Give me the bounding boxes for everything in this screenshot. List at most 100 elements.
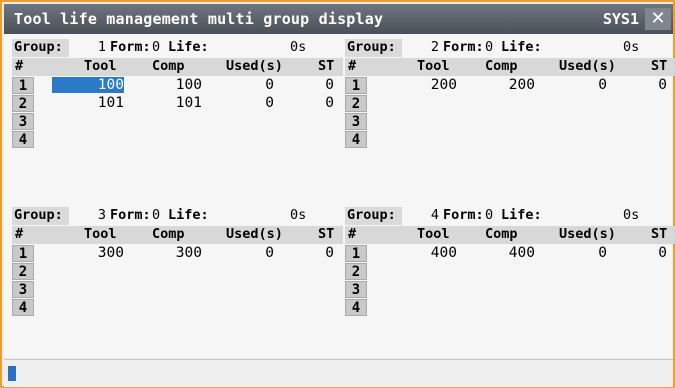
table-header: # Tool Comp Used(s) ST: [345, 58, 675, 76]
tool-rows: 1 400 400 0 0 2 3 4: [345, 245, 675, 317]
col-st: ST: [318, 58, 335, 74]
close-icon[interactable]: ✕: [645, 8, 671, 30]
row-index: 4: [12, 131, 34, 148]
comp-cell[interactable]: 100: [152, 77, 202, 93]
col-tool: Tool: [84, 226, 117, 242]
group-label: Group:: [345, 39, 402, 57]
st-cell[interactable]: 0: [312, 95, 334, 111]
comp-cell[interactable]: 200: [485, 77, 535, 93]
life-label: Life:: [501, 207, 542, 223]
col-tool: Tool: [84, 58, 117, 74]
system-label: SYS1: [602, 10, 639, 28]
table-row[interactable]: 3: [12, 113, 343, 131]
table-header: # Tool Comp Used(s) ST: [345, 226, 675, 244]
row-index: 1: [12, 77, 34, 94]
table-row[interactable]: 1 100 100 0 0: [12, 77, 343, 95]
col-used: Used(s): [226, 58, 283, 74]
comp-cell[interactable]: 400: [485, 245, 535, 261]
col-used: Used(s): [559, 58, 616, 74]
tool-rows: 1 100 100 0 0 2 101 101 0 0 3 4: [12, 77, 343, 149]
row-index: 3: [345, 281, 367, 298]
group-header: Group: 4 Form: 0 Life: 0s: [345, 207, 675, 225]
used-cell[interactable]: 0: [577, 77, 607, 93]
row-index: 2: [12, 263, 34, 280]
col-num: #: [15, 58, 24, 74]
tool-cell-selected[interactable]: 100: [52, 77, 124, 93]
row-index: 3: [12, 281, 34, 298]
life-label: Life:: [168, 207, 209, 223]
col-used: Used(s): [559, 226, 616, 242]
input-line[interactable]: [4, 359, 673, 387]
group-panel-1: Group: 1 Form: 0 Life: 0s # Tool Comp Us…: [12, 39, 343, 189]
table-row[interactable]: 2: [345, 95, 675, 113]
title-bar: Tool life management multi group display…: [4, 4, 673, 34]
group-label: Group:: [12, 39, 69, 57]
col-comp: Comp: [485, 226, 518, 242]
table-row[interactable]: 1 400 400 0 0: [345, 245, 675, 263]
comp-cell[interactable]: 300: [152, 245, 202, 261]
row-index: 4: [12, 299, 34, 316]
table-header: # Tool Comp Used(s) ST: [12, 58, 343, 76]
group-panel-2: Group: 2 Form: 0 Life: 0s # Tool Comp Us…: [345, 39, 675, 189]
col-num: #: [15, 226, 24, 242]
form-value: 0: [485, 39, 494, 55]
tool-rows: 1 300 300 0 0 2 3 4: [12, 245, 343, 317]
table-row[interactable]: 1 300 300 0 0: [12, 245, 343, 263]
col-comp: Comp: [152, 58, 185, 74]
group-header: Group: 1 Form: 0 Life: 0s: [12, 39, 343, 57]
table-row[interactable]: 4: [345, 299, 675, 317]
tool-cell[interactable]: 200: [385, 77, 457, 93]
life-value: 0s: [290, 39, 307, 55]
group-label: Group:: [12, 207, 69, 225]
col-comp: Comp: [152, 226, 185, 242]
row-index: 4: [345, 299, 367, 316]
col-st: ST: [651, 58, 668, 74]
table-row[interactable]: 4: [12, 299, 343, 317]
used-cell[interactable]: 0: [577, 245, 607, 261]
comp-cell[interactable]: 101: [152, 95, 202, 111]
table-header: # Tool Comp Used(s) ST: [12, 226, 343, 244]
st-cell[interactable]: 0: [645, 245, 667, 261]
table-row[interactable]: 2: [12, 263, 343, 281]
tool-cell[interactable]: 101: [52, 95, 124, 111]
group-panel-3: Group: 3 Form: 0 Life: 0s # Tool Comp Us…: [12, 207, 343, 357]
used-cell[interactable]: 0: [244, 77, 274, 93]
row-index: 4: [345, 131, 367, 148]
table-row[interactable]: 2 101 101 0 0: [12, 95, 343, 113]
row-index: 3: [12, 113, 34, 130]
life-label: Life:: [501, 39, 542, 55]
st-cell[interactable]: 0: [312, 245, 334, 261]
tool-cell[interactable]: 300: [52, 245, 124, 261]
table-row[interactable]: 4: [345, 131, 675, 149]
group-number: 2: [430, 39, 439, 55]
group-header: Group: 3 Form: 0 Life: 0s: [12, 207, 343, 225]
table-row[interactable]: 2: [345, 263, 675, 281]
form-label: Form:: [443, 39, 484, 55]
used-cell[interactable]: 0: [244, 245, 274, 261]
life-value: 0s: [623, 207, 640, 223]
tool-cell[interactable]: 400: [385, 245, 457, 261]
table-row[interactable]: 3: [12, 281, 343, 299]
life-value: 0s: [623, 39, 640, 55]
table-row[interactable]: 1 200 200 0 0: [345, 77, 675, 95]
table-row[interactable]: 3: [345, 113, 675, 131]
st-cell[interactable]: 0: [312, 77, 334, 93]
table-row[interactable]: 4: [12, 131, 343, 149]
input-cursor: [8, 366, 16, 381]
table-row[interactable]: 3: [345, 281, 675, 299]
form-value: 0: [152, 39, 161, 55]
form-label: Form:: [443, 207, 484, 223]
col-used: Used(s): [226, 226, 283, 242]
life-value: 0s: [290, 207, 307, 223]
col-st: ST: [318, 226, 335, 242]
st-cell[interactable]: 0: [645, 77, 667, 93]
row-index: 1: [345, 245, 367, 262]
row-index: 3: [345, 113, 367, 130]
group-number: 1: [97, 39, 106, 55]
group-number: 3: [97, 207, 106, 223]
col-st: ST: [651, 226, 668, 242]
used-cell[interactable]: 0: [244, 95, 274, 111]
life-label: Life:: [168, 39, 209, 55]
tool-rows: 1 200 200 0 0 2 3 4: [345, 77, 675, 149]
col-num: #: [348, 226, 357, 242]
